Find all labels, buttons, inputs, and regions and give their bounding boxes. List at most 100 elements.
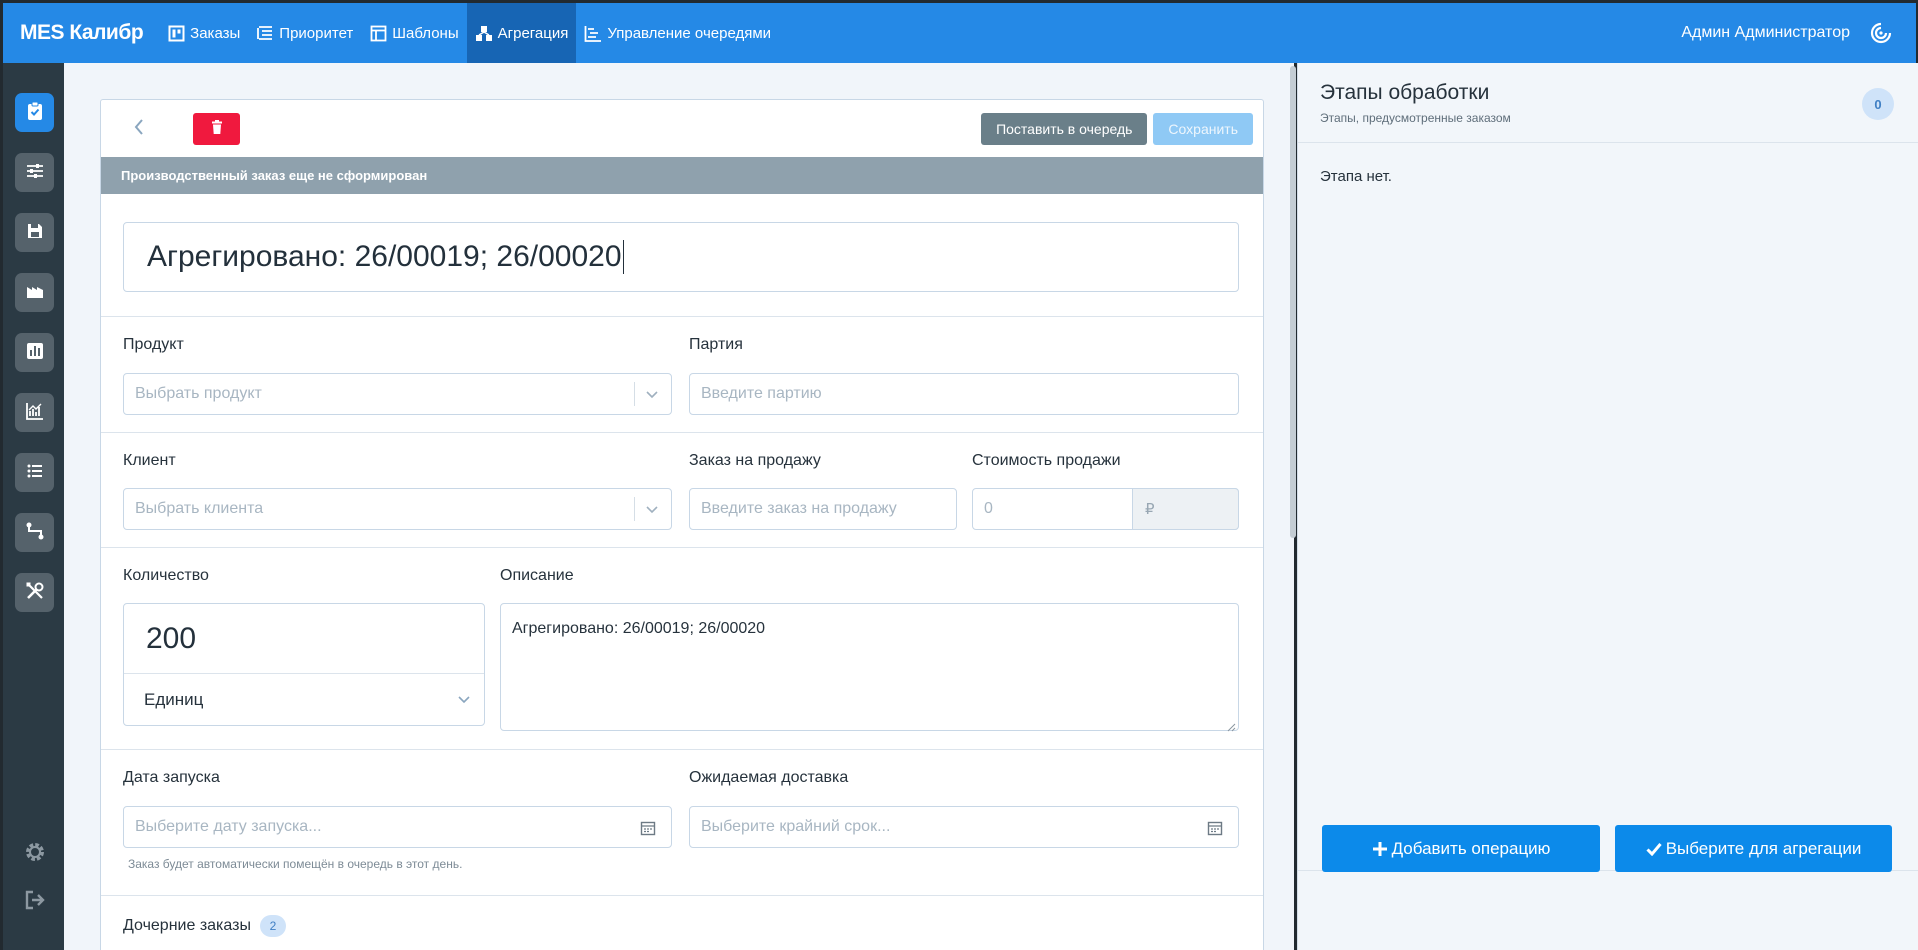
unit-value: Единиц [144, 689, 204, 709]
back-button[interactable] [119, 109, 159, 149]
route-icon [25, 521, 45, 545]
delivery-label: Ожидаемая доставка [689, 769, 849, 786]
product-select[interactable]: Выбрать продукт [123, 373, 672, 415]
main-scrollbar[interactable] [1290, 66, 1296, 538]
chevron-down-icon [643, 500, 661, 518]
divider [101, 547, 1263, 548]
start-date-placeholder: Выберите дату запуска... [135, 818, 322, 835]
user-name[interactable]: Админ Администратор [1681, 24, 1850, 42]
panel-footer [1298, 870, 1918, 950]
panel-header: Этапы обработки Этапы, предусмотренные з… [1298, 63, 1918, 143]
nav-orders-label: Заказы [190, 24, 241, 42]
stages-count-badge: 0 [1862, 88, 1894, 120]
processing-stages-panel: Этапы обработки Этапы, предусмотренные з… [1297, 63, 1918, 950]
empty-stages-message: Этапа нет. [1320, 168, 1392, 185]
save-icon [25, 221, 45, 245]
sidebar-item-orders[interactable] [15, 93, 54, 132]
sidebar-item-factory[interactable] [15, 273, 54, 312]
quantity-field: 200 Единиц [123, 603, 485, 726]
delivery-date-input[interactable]: Выберите крайний срок... [689, 806, 1239, 848]
batch-placeholder: Введите партию [701, 385, 822, 402]
list-icon [25, 461, 45, 485]
sale-price-input[interactable]: 0 ₽ [972, 488, 1239, 530]
description-textarea[interactable]: Агрегировано: 26/00019; 26/00020 [500, 603, 1239, 732]
logout-icon[interactable] [21, 886, 49, 914]
queue-icon [584, 24, 602, 42]
brand-logo[interactable]: MES Калибр [3, 21, 144, 45]
divider [101, 895, 1263, 896]
divider [101, 432, 1263, 433]
card-toolbar: Поставить в очередь Сохранить [101, 100, 1263, 157]
unit-select[interactable]: Единиц [124, 674, 484, 725]
sidebar-item-reports[interactable] [15, 333, 54, 372]
order-title-input[interactable]: Агрегировано: 26/00019; 26/00020 [123, 222, 1239, 292]
trash-icon [211, 119, 223, 138]
delivery-placeholder: Выберите крайний срок... [701, 818, 891, 835]
child-orders-count-badge: 2 [259, 915, 286, 937]
checkmark-icon [1646, 842, 1662, 856]
settings-gear-icon[interactable] [21, 838, 49, 866]
sales-order-input[interactable]: Введите заказ на продажу [689, 488, 957, 530]
nav-aggregation[interactable]: Агрегация [466, 3, 577, 63]
select-for-aggregation-button[interactable]: Выберите для агрегации [1615, 825, 1892, 872]
client-select[interactable]: Выбрать клиента [123, 488, 672, 530]
left-sidebar [3, 63, 64, 950]
start-date-hint: Заказ будет автоматически помещён в очер… [128, 857, 463, 871]
order-status-banner: Производственный заказ еще не сформирова… [101, 157, 1263, 194]
nav-orders[interactable]: Заказы [159, 3, 248, 63]
client-placeholder: Выбрать клиента [135, 500, 264, 517]
sidebar-item-analytics[interactable] [15, 393, 54, 432]
batch-label: Партия [689, 336, 743, 353]
order-card: Поставить в очередь Сохранить Производст… [100, 99, 1264, 950]
chevron-down-icon [456, 691, 472, 707]
order-title-value: Агрегировано: 26/00019; 26/00020 [147, 240, 622, 273]
plus-icon [1372, 841, 1388, 857]
nav-queue-management[interactable]: Управление очередями [576, 3, 779, 63]
start-date-input[interactable]: Выберите дату запуска... [123, 806, 672, 848]
sidebar-item-routes[interactable] [15, 513, 54, 552]
nav-templates-label: Шаблоны [392, 24, 459, 42]
save-button[interactable]: Сохранить [1153, 112, 1253, 145]
client-label: Клиент [123, 452, 176, 469]
add-operation-button[interactable]: Добавить операцию [1322, 825, 1600, 872]
sidebar-item-storage[interactable] [15, 213, 54, 252]
divider [101, 749, 1263, 750]
sidebar-item-tools[interactable] [15, 573, 54, 612]
quantity-input[interactable]: 200 [124, 604, 484, 674]
nav-priority[interactable]: Приоритет [248, 3, 361, 63]
resize-handle-icon[interactable] [1227, 719, 1236, 732]
select-separator [634, 497, 635, 521]
user-menu-icon[interactable] [1868, 20, 1894, 46]
board-icon [167, 24, 185, 42]
calendar-icon [1206, 819, 1224, 837]
top-navbar: MES Калибр Заказы Приоритет Шаблоны Агре… [3, 3, 1916, 63]
template-icon [369, 24, 387, 42]
bar-chart-icon [25, 341, 45, 365]
sliders-icon [25, 161, 45, 185]
description-label: Описание [500, 567, 574, 584]
nav-templates[interactable]: Шаблоны [361, 3, 466, 63]
sale-price-placeholder: 0 [984, 500, 993, 517]
chevron-left-icon [133, 118, 145, 140]
tools-icon [25, 581, 45, 605]
description-value: Агрегировано: 26/00019; 26/00020 [512, 620, 766, 637]
panel-title: Этапы обработки [1320, 81, 1490, 104]
child-orders-label: Дочерние заказы [123, 917, 251, 934]
start-date-label: Дата запуска [123, 769, 220, 786]
sidebar-item-list[interactable] [15, 453, 54, 492]
select-separator [634, 382, 635, 406]
panel-subtitle: Этапы, предусмотренные заказом [1320, 111, 1511, 125]
child-orders-heading[interactable]: Дочерние заказы 2 [123, 915, 286, 937]
delete-button[interactable] [193, 112, 240, 145]
sales-order-placeholder: Введите заказ на продажу [701, 500, 897, 517]
enqueue-button[interactable]: Поставить в очередь [981, 112, 1148, 145]
line-chart-icon [25, 401, 45, 425]
product-label: Продукт [123, 336, 184, 353]
sidebar-item-priority[interactable] [15, 153, 54, 192]
aggregation-icon [475, 24, 493, 42]
factory-icon [25, 281, 45, 305]
batch-input[interactable]: Введите партию [689, 373, 1239, 415]
priority-icon [256, 24, 274, 42]
add-operation-label: Добавить операцию [1391, 838, 1551, 858]
sales-order-label: Заказ на продажу [689, 452, 821, 469]
